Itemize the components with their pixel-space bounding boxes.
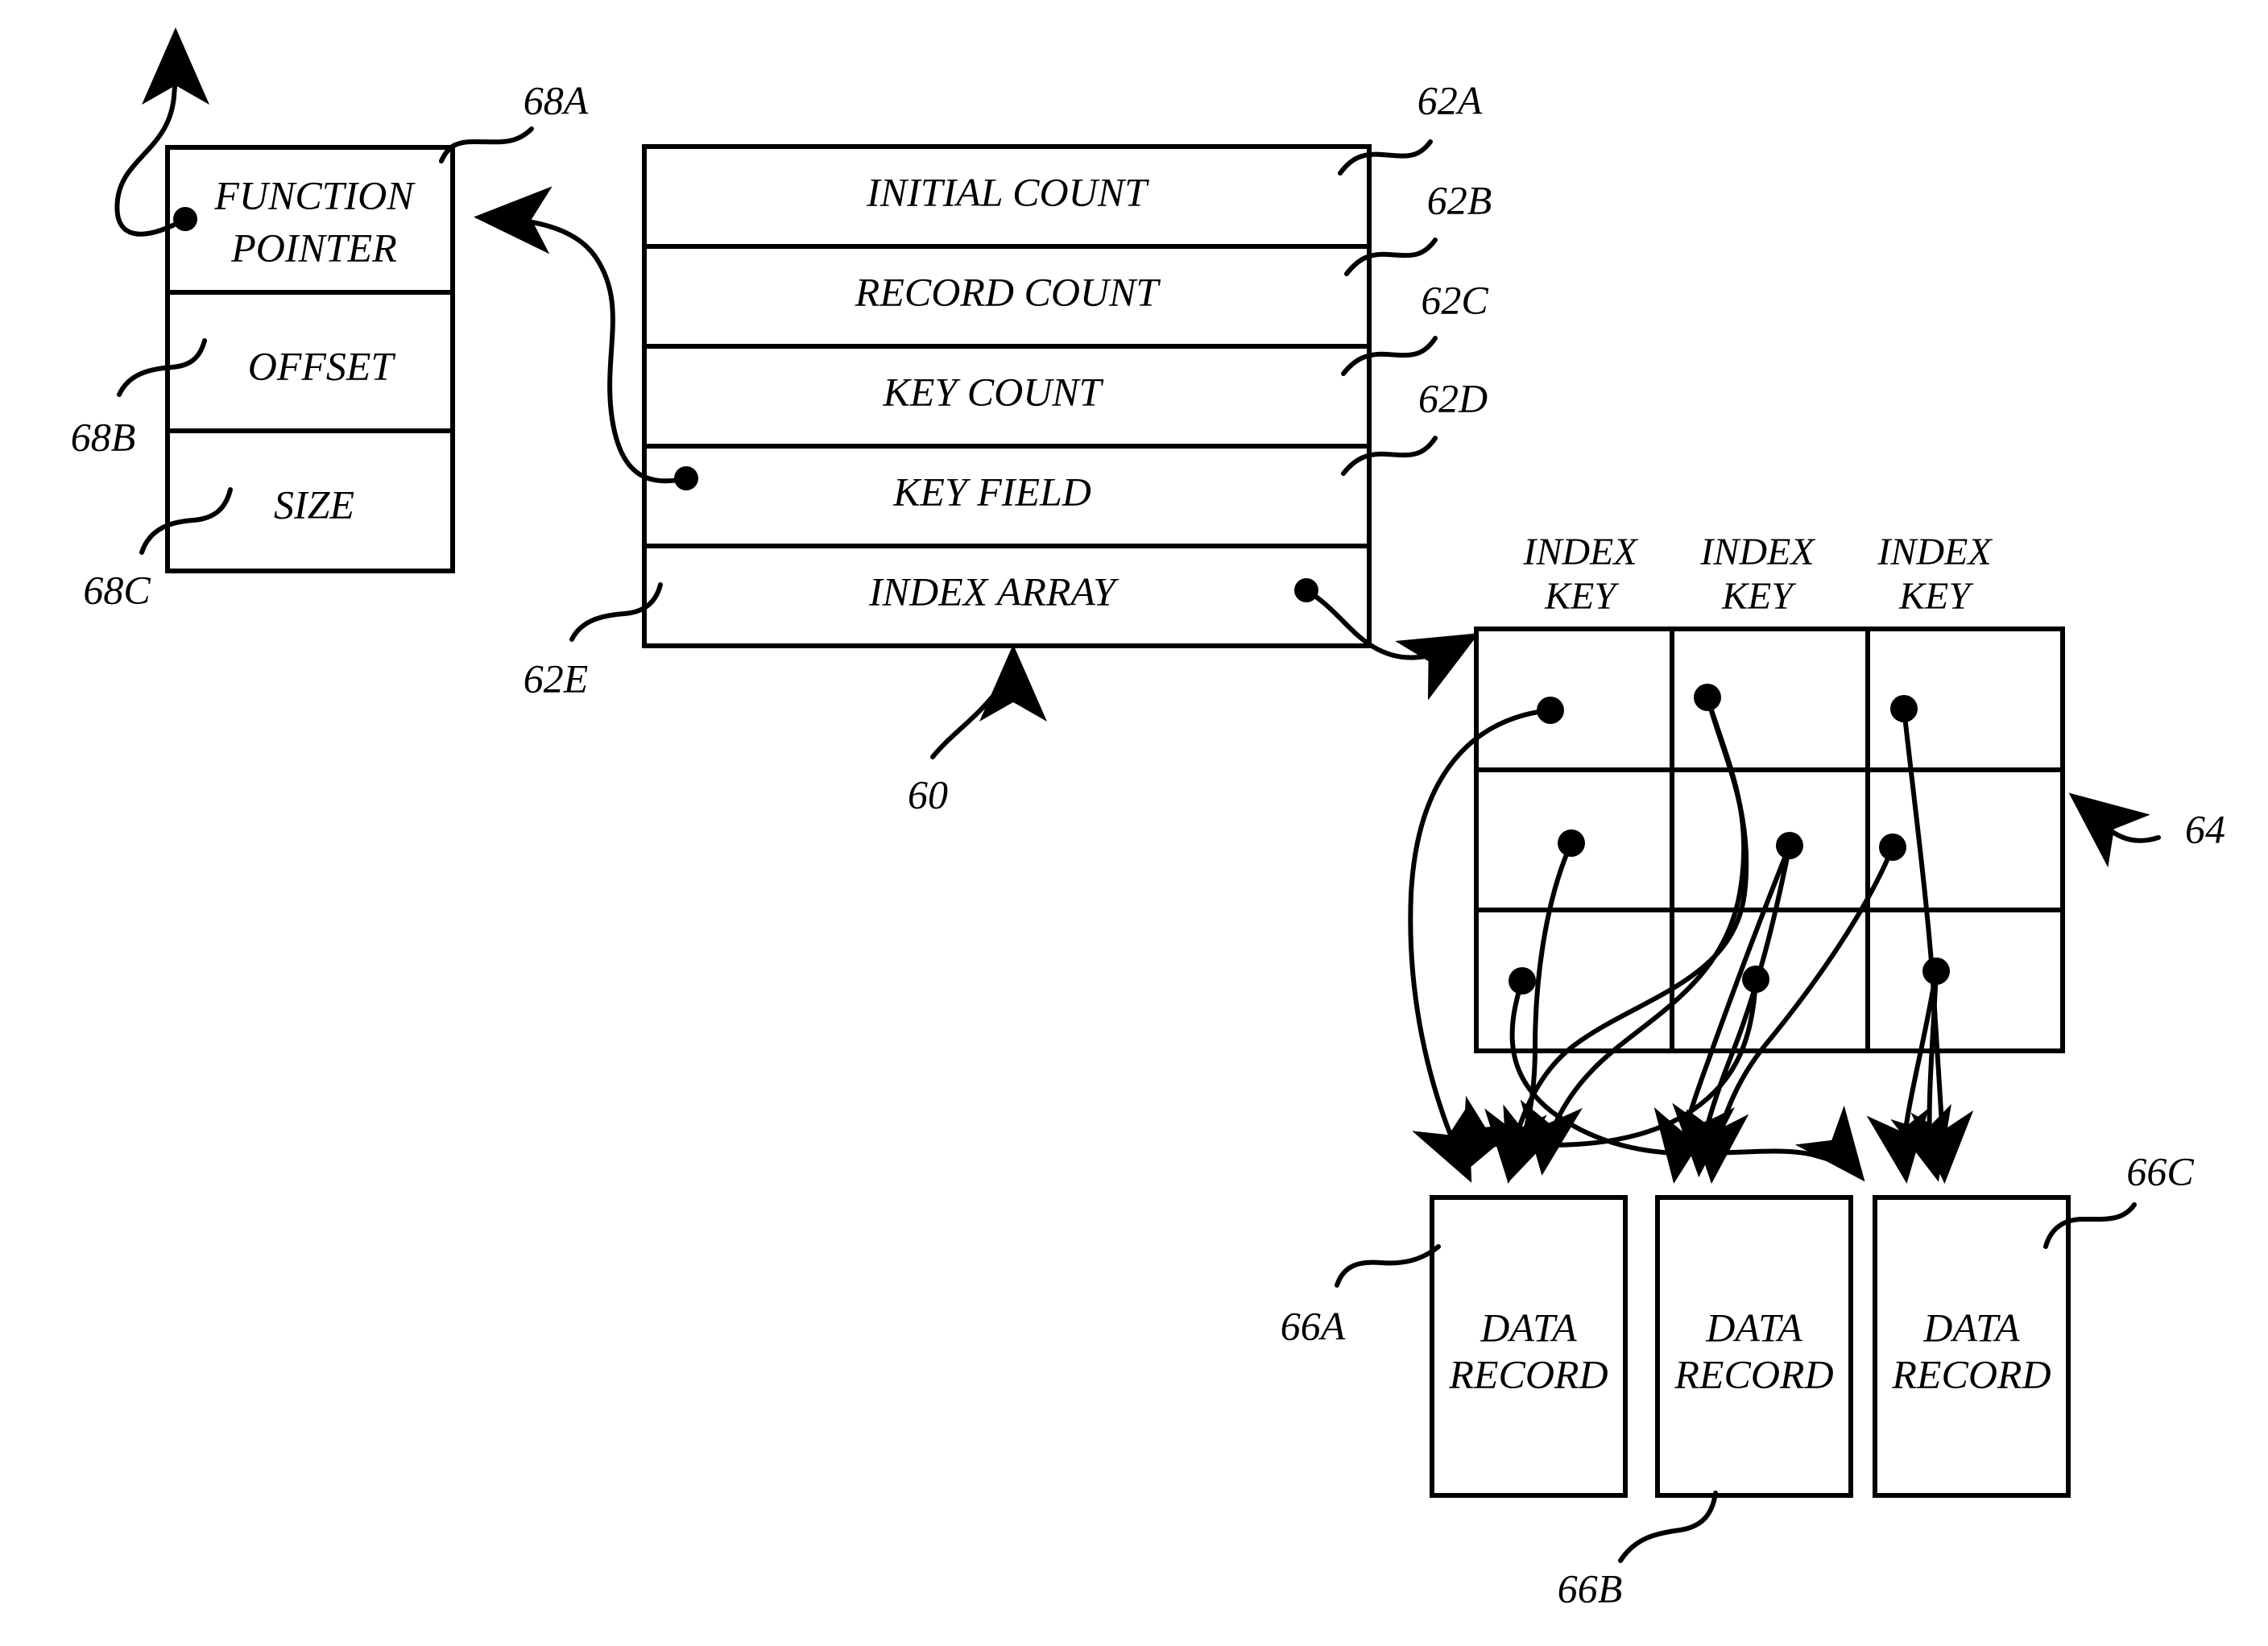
index-key-col-3-line2: KEY bbox=[1898, 575, 1973, 618]
ref-62C-label: 62C bbox=[1421, 277, 1488, 322]
ref-62E-leader: 62E bbox=[524, 582, 663, 701]
header-block: INITIAL COUNT RECORD COUNT KEY COUNT KEY… bbox=[642, 144, 1372, 648]
function-pointer-row-line2: POINTER bbox=[230, 225, 397, 270]
ref-62A-label: 62A bbox=[1418, 77, 1483, 122]
ref-68A-label: 68A bbox=[524, 77, 589, 122]
data-record-2-line2: RECORD bbox=[1674, 1351, 1833, 1396]
key-field-row-label: KEY FIELD bbox=[892, 469, 1091, 514]
record-count-row-label: RECORD COUNT bbox=[855, 269, 1161, 314]
ref-62E-label: 62E bbox=[524, 656, 589, 701]
ref-64-curve bbox=[2068, 792, 2161, 868]
ref-66B-label: 66B bbox=[1558, 1565, 1623, 1611]
ref-64-label: 64 bbox=[2185, 806, 2225, 851]
data-record-3-line2: RECORD bbox=[1891, 1351, 2051, 1396]
offset-row-label: OFFSET bbox=[248, 343, 396, 388]
ref-60-leader: 60 bbox=[908, 644, 1047, 817]
index-key-table: INDEX KEY INDEX KEY INDEX KEY bbox=[1474, 531, 2065, 1053]
ref-68B-label: 68B bbox=[71, 414, 136, 459]
index-key-col-1-line1: INDEX bbox=[1522, 531, 1638, 573]
ref-68A-leader: 68A bbox=[439, 77, 589, 163]
index-key-col-3-line1: INDEX bbox=[1877, 531, 1993, 573]
size-row-label: SIZE bbox=[274, 482, 354, 527]
ref-60-label: 60 bbox=[908, 771, 948, 817]
index-array-row-label: INDEX ARRAY bbox=[868, 569, 1120, 614]
ref-62D-label: 62D bbox=[1418, 375, 1488, 420]
ref-66B-leader: 66B bbox=[1558, 1491, 1718, 1611]
data-record-1-line2: RECORD bbox=[1448, 1351, 1608, 1396]
data-record-1-line1: DATA bbox=[1480, 1305, 1577, 1350]
ref-66A-label: 66A bbox=[1281, 1303, 1346, 1348]
data-records: DATA RECORD DATA RECORD DATA RECORD bbox=[1430, 1195, 2071, 1498]
key-count-row-label: KEY COUNT bbox=[883, 369, 1104, 414]
index-key-col-2-line1: INDEX bbox=[1699, 531, 1815, 573]
index-key-col-2-line2: KEY bbox=[1721, 575, 1796, 618]
figure-canvas: FUNCTION POINTER OFFSET SIZE 68A 68B 68C bbox=[71, 27, 2225, 1611]
function-pointer-block: FUNCTION POINTER OFFSET SIZE bbox=[165, 145, 455, 573]
data-record-2-line1: DATA bbox=[1705, 1305, 1802, 1350]
ref-66C-label: 66C bbox=[2126, 1148, 2194, 1193]
function-pointer-row-line1: FUNCTION bbox=[213, 172, 416, 217]
ref-68C-label: 68C bbox=[83, 567, 151, 612]
data-record-3-line1: DATA bbox=[1922, 1305, 2020, 1350]
ref-60-curve bbox=[930, 644, 1047, 759]
initial-count-row-label: INITIAL COUNT bbox=[866, 169, 1149, 214]
ref-66B-curve bbox=[1618, 1491, 1718, 1563]
ref-66A-leader: 66A bbox=[1281, 1244, 1441, 1348]
ref-64-leader: 64 bbox=[2068, 792, 2225, 868]
ref-66A-curve bbox=[1335, 1244, 1441, 1288]
ref-62B-label: 62B bbox=[1427, 177, 1492, 222]
patent-figure: FUNCTION POINTER OFFSET SIZE 68A 68B 68C bbox=[0, 0, 2268, 1646]
index-key-col-1-line2: KEY bbox=[1544, 575, 1619, 618]
